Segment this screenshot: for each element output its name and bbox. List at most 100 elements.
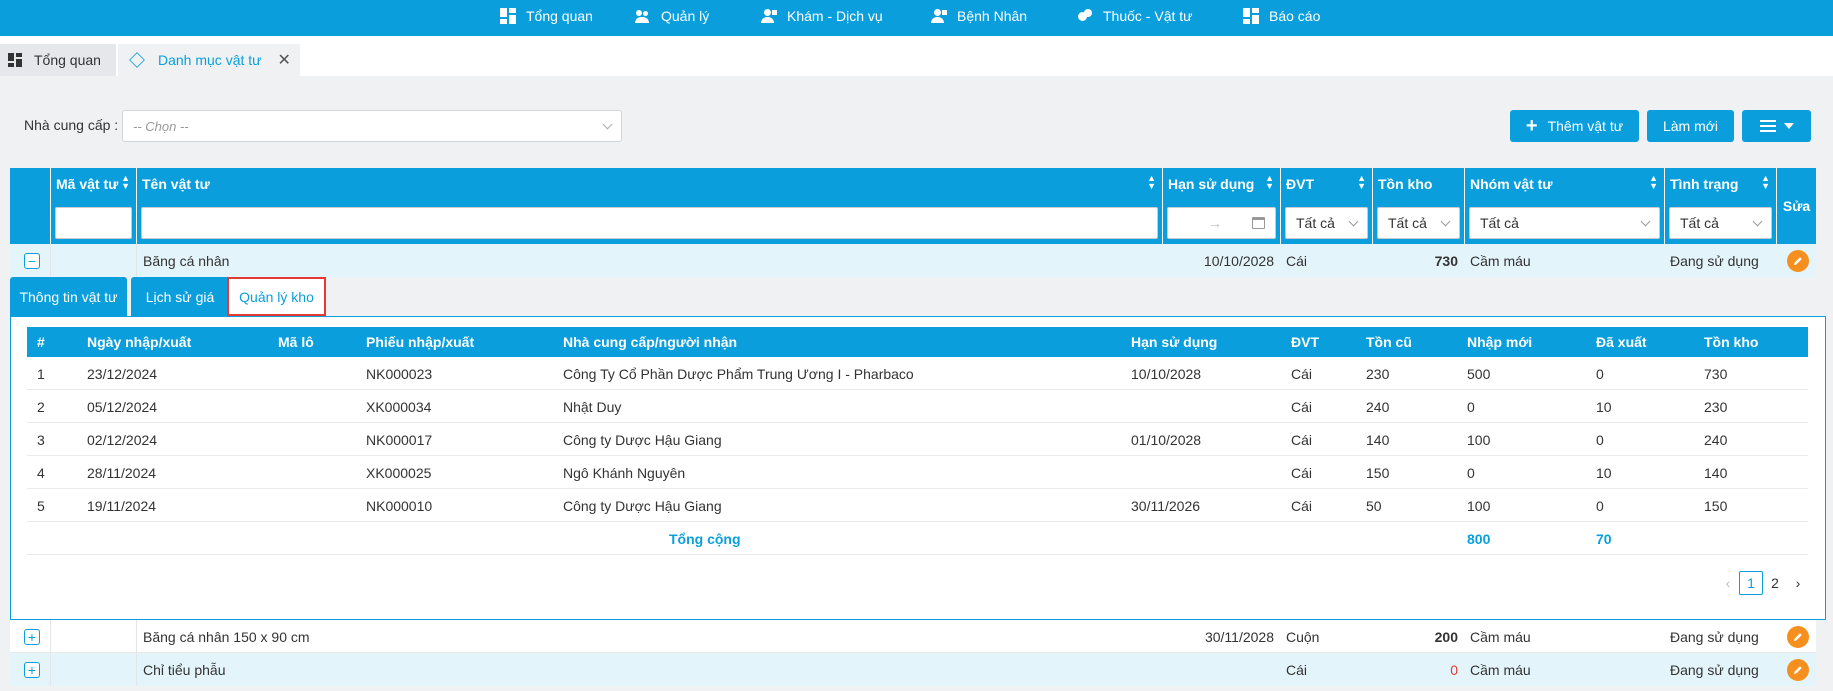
nav-item-management[interactable]: Quản lý (635, 0, 709, 32)
table-row[interactable]: − Băng cá nhân 10/10/2028 Cái 730 Cầm má… (10, 244, 1816, 277)
tab-material-catalog[interactable]: Danh mục vật tư ✕ (118, 44, 300, 76)
warehouse-row: 1 23/12/2024 NK000023 Công Ty Cổ Phần Dư… (27, 357, 1808, 390)
col-code[interactable]: Mã vật tư ▲ ▼ (50, 168, 136, 244)
nav-item-patients[interactable]: Bệnh Nhân (931, 0, 1027, 32)
col-stock[interactable]: Tồn kho Tất cả (1372, 168, 1464, 244)
material-unit: Cái (1286, 661, 1308, 678)
material-expiry: 30/11/2028 (1204, 628, 1274, 645)
warehouse-row: 3 02/12/2024 NK000017 Công ty Dược Hậu G… (27, 423, 1808, 456)
group-filter-select[interactable]: Tất cả (1469, 207, 1660, 239)
sort-icon[interactable]: ▲ ▼ (121, 174, 130, 191)
warehouse-table-header: # Ngày nhập/xuất Mã lô Phiếu nhập/xuất N… (27, 327, 1808, 357)
supplier-label: Nhà cung cấp : (24, 117, 119, 133)
col-expiry[interactable]: Hạn sử dụng ▲ ▼ → (1162, 168, 1280, 244)
col-name[interactable]: Tên vật tư ▲ ▼ (136, 168, 1162, 244)
sort-icon[interactable]: ▲ ▼ (1649, 174, 1658, 191)
expand-row-button[interactable]: + (24, 661, 40, 678)
refresh-button[interactable]: Làm mới (1647, 110, 1734, 142)
top-nav: Tổng quan Quản lý Khám - Dịch vụ Bệnh Nh… (0, 0, 1833, 36)
col-unit[interactable]: ĐVT ▲ ▼ Tất cả (1280, 168, 1372, 244)
chevron-down-icon (602, 119, 613, 129)
warehouse-panel: # Ngày nhập/xuất Mã lô Phiếu nhập/xuất N… (10, 316, 1826, 620)
material-name: Chỉ tiểu phẫu (136, 653, 1162, 686)
sort-icon[interactable]: ▲ ▼ (1265, 174, 1274, 191)
material-stock: 200 (1434, 628, 1458, 645)
page-2-button[interactable]: 2 (1763, 571, 1787, 595)
edit-button[interactable] (1787, 625, 1809, 648)
edit-button[interactable] (1787, 658, 1809, 681)
material-group: Cầm máu (1470, 252, 1531, 269)
warehouse-row: 2 05/12/2024 XK000034 Nhật Duy Cái 240 0… (27, 390, 1808, 423)
nav-item-services[interactable]: Khám - Dịch vụ (761, 0, 883, 32)
chevron-down-icon (1348, 216, 1359, 226)
col-group[interactable]: Nhóm vật tư ▲ ▼ Tất cả (1464, 168, 1664, 244)
material-unit: Cái (1286, 252, 1308, 269)
report-icon (1243, 8, 1259, 24)
material-expiry (1162, 653, 1280, 686)
collapse-row-button[interactable]: − (24, 252, 40, 269)
material-status: Đang sử dụng (1670, 661, 1759, 678)
tab-price-history[interactable]: Lịch sử giá (131, 277, 229, 316)
plus-icon: + (1525, 114, 1538, 137)
add-material-button[interactable]: + Thêm vật tư (1510, 110, 1639, 142)
table-header: Mã vật tư ▲ ▼ Tên vật tư ▲ ▼ Hạn sử dụng ▲… (10, 168, 1816, 244)
stock-filter-select[interactable]: Tất cả (1377, 207, 1460, 239)
status-filter-select[interactable]: Tất cả (1669, 207, 1772, 239)
name-filter-input[interactable] (141, 207, 1158, 239)
pills-icon (1077, 8, 1093, 24)
tab-overview[interactable]: Tổng quan (0, 44, 116, 76)
sort-icon[interactable]: ▲ ▼ (1761, 174, 1770, 191)
material-status: Đang sử dụng (1670, 252, 1759, 269)
material-status: Đang sử dụng (1670, 628, 1759, 645)
chevron-down-icon (1640, 216, 1651, 226)
table-row[interactable]: + Chỉ tiểu phẫu Cái 0 Cầm máu Đang sử dụ… (10, 653, 1816, 686)
column-settings-button[interactable] (1742, 110, 1811, 142)
sort-icon[interactable]: ▲ ▼ (1357, 174, 1366, 191)
material-group: Cầm máu (1470, 661, 1531, 678)
expand-row-button[interactable]: + (24, 628, 40, 645)
dashboard-icon (8, 53, 22, 67)
patient-icon (931, 8, 947, 24)
material-stock: 730 (1434, 252, 1458, 269)
material-stock: 0 (1450, 661, 1458, 678)
expiry-date-range[interactable]: → (1167, 207, 1276, 239)
users-icon (635, 8, 651, 24)
prev-page-icon[interactable]: ‹ (1717, 575, 1739, 591)
nav-item-reports[interactable]: Báo cáo (1243, 0, 1320, 32)
close-tab-icon[interactable]: ✕ (278, 50, 291, 70)
material-unit: Cuộn (1286, 628, 1320, 645)
page-1-button[interactable]: 1 (1739, 571, 1763, 595)
sort-icon[interactable]: ▲ ▼ (1147, 174, 1156, 191)
col-edit: Sửa (1776, 168, 1816, 244)
unit-filter-select[interactable]: Tất cả (1285, 207, 1368, 239)
total-row: Tổng cộng 800 70 (27, 522, 1808, 555)
list-columns-icon (1759, 120, 1776, 132)
code-filter-input[interactable] (55, 207, 132, 239)
calendar-icon (1252, 217, 1265, 229)
material-name: Băng cá nhân (136, 244, 1162, 277)
pagination: ‹ 1 2 › (1717, 571, 1809, 595)
chevron-down-icon (1752, 216, 1763, 226)
tab-material-info[interactable]: Thông tin vật tư (10, 277, 127, 316)
dashboard-icon (500, 8, 516, 24)
pencil-icon (1794, 632, 1802, 641)
nav-item-overview[interactable]: Tổng quan (500, 0, 593, 32)
supplier-select[interactable]: -- Chọn -- (122, 110, 622, 142)
pencil-icon (1794, 665, 1802, 674)
chevron-down-icon (1440, 216, 1451, 226)
table-row[interactable]: + Băng cá nhân 150 x 90 cm 30/11/2028 Cu… (10, 620, 1816, 653)
next-page-icon[interactable]: › (1787, 575, 1809, 591)
caret-down-icon (1783, 123, 1794, 129)
warehouse-row: 4 28/11/2024 XK000025 Ngô Khánh Nguyên C… (27, 456, 1808, 489)
material-group: Cầm máu (1470, 628, 1531, 645)
cube-icon (129, 52, 145, 68)
doctor-icon (761, 8, 777, 24)
tab-bar: Tổng quan Danh mục vật tư ✕ (0, 36, 1833, 76)
nav-item-medicine[interactable]: Thuốc - Vật tư (1077, 0, 1193, 32)
material-expiry: 10/10/2028 (1203, 252, 1274, 269)
col-status[interactable]: Tình trạng ▲ ▼ Tất cả (1664, 168, 1776, 244)
pencil-icon (1794, 256, 1802, 265)
edit-button[interactable] (1787, 249, 1809, 272)
material-name: Băng cá nhân 150 x 90 cm (136, 620, 1162, 653)
tab-warehouse[interactable]: Quản lý kho (227, 277, 326, 316)
